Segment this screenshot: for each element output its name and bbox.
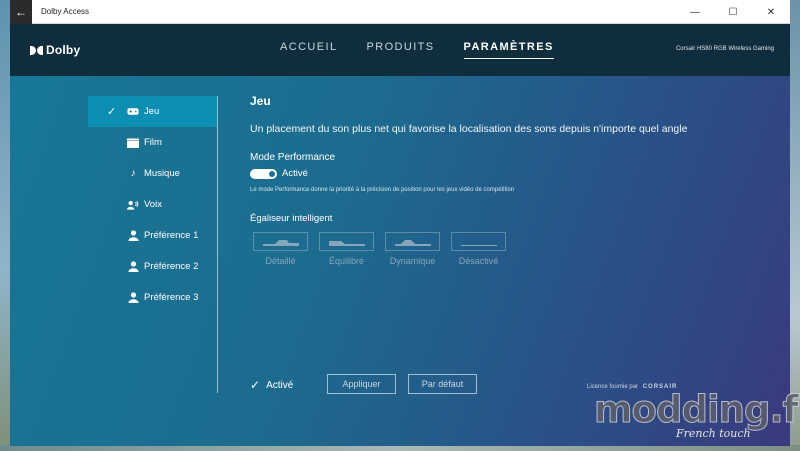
dolby-double-d-icon — [30, 45, 43, 55]
sidebar-item-label: Voix — [144, 199, 162, 210]
tab-accueil[interactable]: ACCUEIL — [280, 41, 337, 57]
equalizer-title: Égaliseur intelligent — [250, 213, 333, 224]
sidebar-item-voix[interactable]: Voix — [88, 189, 217, 220]
maximize-icon: ☐ — [728, 6, 738, 18]
main-nav: ACCUEIL PRODUITS PARAMÈTRES — [280, 41, 583, 59]
performance-toggle-label: Activé — [282, 168, 308, 179]
equalizer-options: Détaillé Équilibré Dynamique Désactivé — [253, 232, 750, 266]
sidebar-item-preference-3[interactable]: Préférence 3 — [88, 282, 217, 313]
desktop-background-right — [790, 0, 800, 451]
eq-dynamic-curve-icon — [385, 232, 440, 251]
watermark-tagline: French touch — [676, 427, 751, 440]
profile-description: Un placement du son plus net qui favoris… — [250, 123, 688, 135]
desktop-background-left — [0, 0, 10, 451]
back-arrow-icon: ← — [15, 4, 27, 19]
app-window: ← Dolby Access — ☐ ✕ Dolby ACCUEIL PRODU… — [10, 0, 790, 446]
dolby-logo[interactable]: Dolby — [30, 43, 80, 57]
dolby-enabled-label: Activé — [266, 379, 294, 391]
music-note-icon: ♪ — [130, 168, 136, 179]
sidebar-item-label: Jeu — [144, 106, 160, 117]
sidebar-item-film[interactable]: Film — [88, 127, 217, 158]
dolby-enabled-checkbox[interactable]: ✓ Activé — [250, 378, 293, 392]
back-button[interactable]: ← — [10, 0, 32, 24]
close-icon: ✕ — [766, 6, 776, 18]
sidebar-item-label: Musique — [144, 168, 180, 179]
settings-content: Jeu Un placement du son plus net qui fav… — [250, 94, 750, 266]
minimize-button[interactable]: — — [676, 0, 714, 24]
sidebar-item-musique[interactable]: ♪ Musique — [88, 158, 217, 189]
window-title: Dolby Access — [41, 7, 90, 16]
eq-option-label: Désactivé — [458, 256, 499, 266]
device-name[interactable]: Corsair HS80 RGB Wireless Gaming — [676, 46, 774, 52]
apply-button[interactable]: Appliquer — [327, 374, 396, 394]
profile-sidebar: ✓ Jeu Film ♪ Musique Voix Préférence 1 P… — [88, 96, 218, 393]
sidebar-item-label: Préférence 2 — [144, 261, 199, 272]
sidebar-item-label: Préférence 1 — [144, 230, 199, 241]
eq-off-curve-icon — [451, 232, 506, 251]
sidebar-item-label: Préférence 3 — [144, 292, 199, 303]
person-icon — [127, 230, 139, 241]
person-icon — [127, 292, 139, 303]
maximize-button[interactable]: ☐ — [714, 0, 752, 24]
title-bar: ← Dolby Access — ☐ ✕ — [10, 0, 790, 24]
close-button[interactable]: ✕ — [752, 0, 790, 24]
eq-option-dynamique[interactable]: Dynamique — [385, 232, 440, 266]
sidebar-item-preference-2[interactable]: Préférence 2 — [88, 251, 217, 282]
eq-detailed-curve-icon — [253, 232, 308, 251]
eq-option-label: Détaillé — [265, 256, 296, 266]
eq-balanced-curve-icon — [319, 232, 374, 251]
sidebar-item-preference-1[interactable]: Préférence 1 — [88, 220, 217, 251]
reset-default-button[interactable]: Par défaut — [408, 374, 477, 394]
eq-option-label: Équilibré — [328, 256, 365, 266]
sidebar-item-label: Film — [144, 137, 162, 148]
voice-icon — [127, 200, 139, 210]
tab-parametres[interactable]: PARAMÈTRES — [463, 41, 554, 59]
eq-option-equilibre[interactable]: Équilibré — [319, 232, 374, 266]
page-title: Jeu — [250, 94, 271, 108]
eq-option-label: Dynamique — [389, 256, 436, 266]
sidebar-item-jeu[interactable]: ✓ Jeu — [88, 96, 217, 127]
eq-option-detaille[interactable]: Détaillé — [253, 232, 308, 266]
performance-mode-title: Mode Performance — [250, 152, 336, 163]
check-icon: ✓ — [107, 106, 117, 118]
window-controls: — ☐ ✕ — [676, 0, 790, 24]
gamepad-icon — [127, 107, 139, 117]
toggle-knob — [269, 170, 275, 177]
clapperboard-icon — [127, 138, 139, 148]
minimize-icon: — — [690, 6, 700, 18]
performance-mode-description: Le mode Performance donne la priorité à … — [250, 187, 515, 193]
logo-text: Dolby — [46, 43, 81, 57]
eq-option-desactive[interactable]: Désactivé — [451, 232, 506, 266]
performance-mode-toggle[interactable] — [250, 168, 277, 179]
tab-produits[interactable]: PRODUITS — [366, 41, 434, 57]
check-icon: ✓ — [250, 378, 261, 392]
app-header: Dolby ACCUEIL PRODUITS PARAMÈTRES Corsai… — [10, 24, 790, 76]
watermark-logo: modding.fr — [594, 388, 800, 432]
person-icon — [127, 261, 139, 272]
performance-toggle-row: Activé — [250, 168, 750, 179]
